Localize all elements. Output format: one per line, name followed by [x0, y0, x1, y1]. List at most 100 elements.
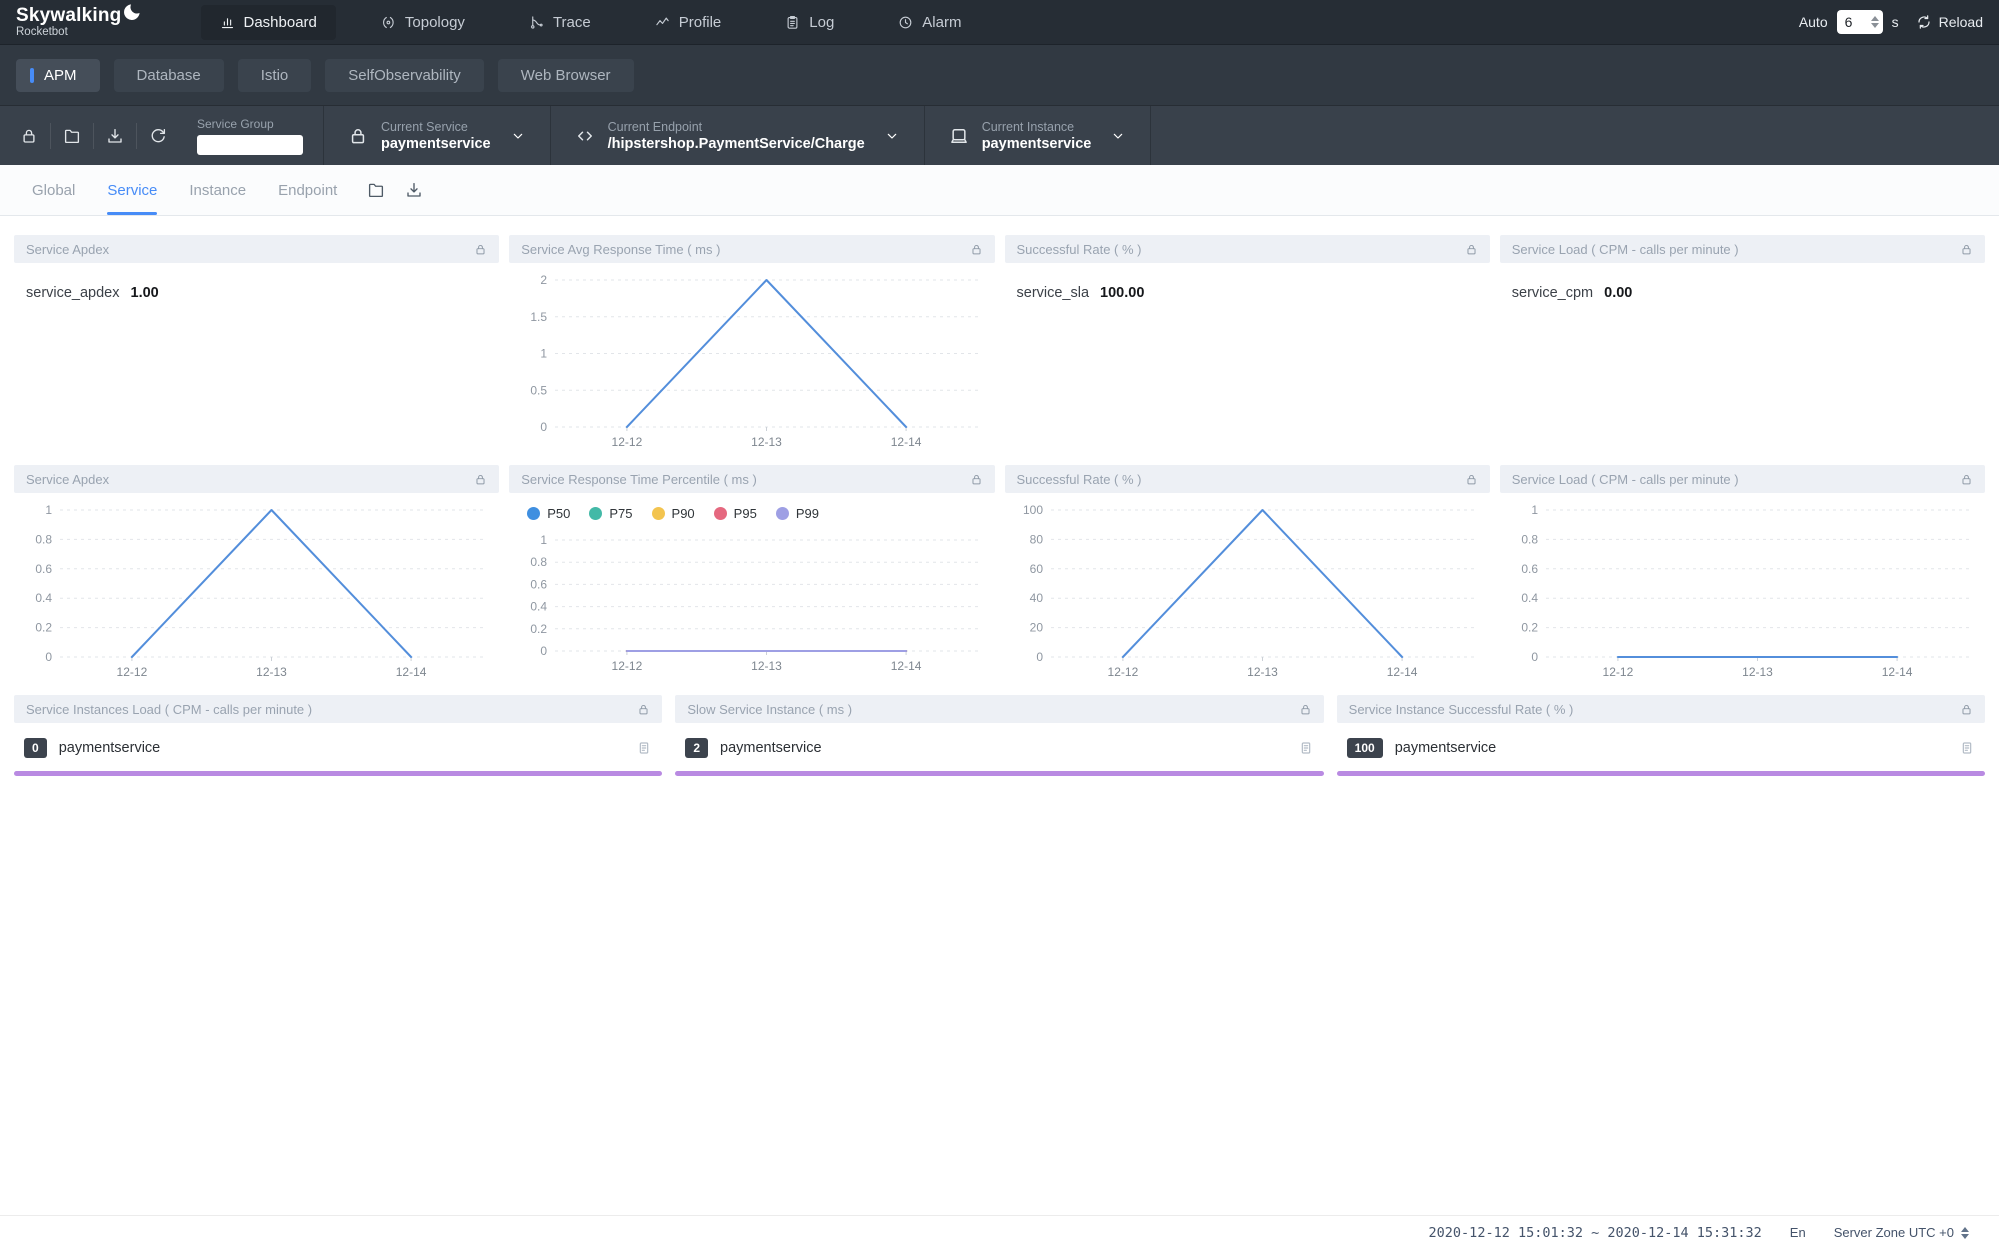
metric-value: 100.00	[1100, 285, 1144, 301]
dashboard-tab-selfobservability[interactable]: SelfObservability	[325, 59, 484, 92]
svg-text:0.8: 0.8	[531, 555, 548, 569]
service-group-label: Service Group	[197, 117, 303, 131]
selector-value: paymentservice	[381, 136, 491, 152]
panel-header: Service Instance Successful Rate ( % )	[1337, 695, 1985, 723]
lock-icon[interactable]	[970, 473, 983, 486]
server-zone-control[interactable]: Server Zone UTC +0	[1834, 1225, 1969, 1240]
copy-icon[interactable]	[636, 740, 652, 756]
lock-icon[interactable]	[637, 703, 650, 716]
svg-text:80: 80	[1029, 532, 1043, 546]
lock-icon[interactable]	[474, 243, 487, 256]
lock-icon[interactable]	[1960, 243, 1973, 256]
current-service-selector[interactable]: Current Servicepaymentservice	[328, 106, 546, 165]
metric-value: 1.00	[131, 285, 159, 301]
svg-text:12-14: 12-14	[396, 665, 427, 679]
legend-item-p50[interactable]: P50	[527, 506, 570, 521]
svg-text:0: 0	[541, 644, 548, 658]
profile-icon	[655, 15, 670, 30]
legend-item-p75[interactable]: P75	[589, 506, 632, 521]
brand-logo[interactable]: Skywalking Rocketbot	[16, 7, 141, 38]
service-group-input[interactable]	[197, 135, 303, 155]
metric-label: service_apdex	[26, 285, 120, 301]
nav-item-log[interactable]: Log	[766, 5, 853, 40]
time-range-picker[interactable]: 2020-12-12 15:01:32 ~ 2020-12-14 15:31:3…	[1429, 1225, 1762, 1241]
legend-label: P95	[734, 506, 757, 521]
language-toggle[interactable]: En	[1790, 1225, 1806, 1240]
dashboard-icon	[220, 15, 235, 30]
dashboard-content: Service Apdexservice_apdex1.00Service Av…	[0, 216, 1999, 1215]
nav-item-label: Log	[809, 14, 834, 31]
svg-text:0.4: 0.4	[1521, 591, 1538, 605]
lock-icon[interactable]	[1960, 473, 1973, 486]
svg-text:12-14: 12-14	[891, 435, 922, 449]
auto-interval-input[interactable]: 6	[1837, 10, 1883, 34]
current-instance-selector[interactable]: Current Instancepaymentservice	[929, 106, 1147, 165]
lock-edit-button[interactable]	[8, 127, 50, 145]
svg-text:12-13: 12-13	[1247, 665, 1278, 679]
legend-item-p90[interactable]: P90	[652, 506, 695, 521]
lock-icon[interactable]	[1465, 243, 1478, 256]
lock-icon[interactable]	[1299, 703, 1312, 716]
instance-list-item[interactable]: 0paymentservice	[14, 723, 662, 758]
metric-readout: service_cpm0.00	[1500, 263, 1985, 323]
spinner-arrows-icon[interactable]	[1871, 16, 1879, 28]
scope-tab-global[interactable]: Global	[32, 165, 75, 215]
selector-value: paymentservice	[982, 136, 1092, 152]
legend-item-p99[interactable]: P99	[776, 506, 819, 521]
svg-text:1: 1	[541, 347, 548, 361]
chart-legend: P50 P75 P90 P95 P99	[509, 493, 994, 523]
refresh-button[interactable]	[137, 127, 179, 145]
scope-tab-service[interactable]: Service	[107, 165, 157, 215]
nav-item-dashboard[interactable]: Dashboard	[201, 5, 336, 40]
brand-title: Skywalking	[16, 7, 122, 25]
panel-row-2: Service Apdex00.20.40.60.8112-1212-1312-…	[14, 465, 1985, 688]
export-template-button[interactable]	[94, 127, 136, 145]
scope-tab-instance[interactable]: Instance	[189, 165, 246, 215]
nav-item-profile[interactable]: Profile	[636, 5, 741, 40]
svg-text:12-13: 12-13	[256, 665, 287, 679]
dashboard-tab-database[interactable]: Database	[114, 59, 224, 92]
svg-text:0: 0	[45, 650, 52, 664]
panel-header: Successful Rate ( % )	[1005, 465, 1490, 493]
reload-icon	[1916, 14, 1932, 30]
nav-item-trace[interactable]: Trace	[510, 5, 610, 40]
download-icon[interactable]	[405, 181, 423, 199]
lock-icon[interactable]	[1465, 473, 1478, 486]
panel-title: Service Apdex	[26, 472, 109, 487]
svg-text:0.6: 0.6	[35, 562, 52, 576]
lock-icon[interactable]	[474, 473, 487, 486]
scope-tab-endpoint[interactable]: Endpoint	[278, 165, 337, 215]
code-icon	[575, 126, 595, 146]
svg-text:1: 1	[1531, 503, 1538, 517]
lock-icon[interactable]	[1960, 703, 1973, 716]
copy-icon[interactable]	[1298, 740, 1314, 756]
instance-list-item[interactable]: 100paymentservice	[1337, 723, 1985, 758]
instance-list-item[interactable]: 2paymentservice	[675, 723, 1323, 758]
import-template-button[interactable]	[51, 127, 93, 145]
instance-value-bar	[14, 771, 662, 776]
auto-unit: s	[1892, 14, 1899, 30]
legend-label: P99	[796, 506, 819, 521]
legend-item-p95[interactable]: P95	[714, 506, 757, 521]
current-endpoint-selector[interactable]: Current Endpoint/hipstershop.PaymentServ…	[555, 106, 920, 165]
dashboard-tab-web-browser[interactable]: Web Browser	[498, 59, 634, 92]
reload-button[interactable]: Reload	[1916, 14, 1983, 30]
lock-icon[interactable]	[970, 243, 983, 256]
instance-badge: 100	[1347, 738, 1383, 758]
dashboard-tab-apm[interactable]: APM	[16, 59, 100, 92]
svg-text:12-12: 12-12	[1107, 665, 1138, 679]
dashboard-tabs: APM Database Istio SelfObservability Web Bro…	[0, 44, 1999, 105]
panel-header: Successful Rate ( % )	[1005, 235, 1490, 263]
legend-label: P90	[672, 506, 695, 521]
nav-item-topology[interactable]: Topology	[362, 5, 484, 40]
nav-item-alarm[interactable]: Alarm	[879, 5, 980, 40]
svg-text:12-14: 12-14	[1881, 665, 1912, 679]
copy-icon[interactable]	[1959, 740, 1975, 756]
folder-icon[interactable]	[367, 181, 385, 199]
auto-reload-controls: Auto 6 s Reload	[1799, 10, 1983, 34]
selector-labels: Current Endpoint/hipstershop.PaymentServ…	[608, 120, 865, 152]
dashboard-tab-istio[interactable]: Istio	[238, 59, 312, 92]
metric-readout: service_apdex 1.00	[14, 263, 499, 323]
alarm-icon	[898, 15, 913, 30]
svg-text:60: 60	[1029, 562, 1043, 576]
